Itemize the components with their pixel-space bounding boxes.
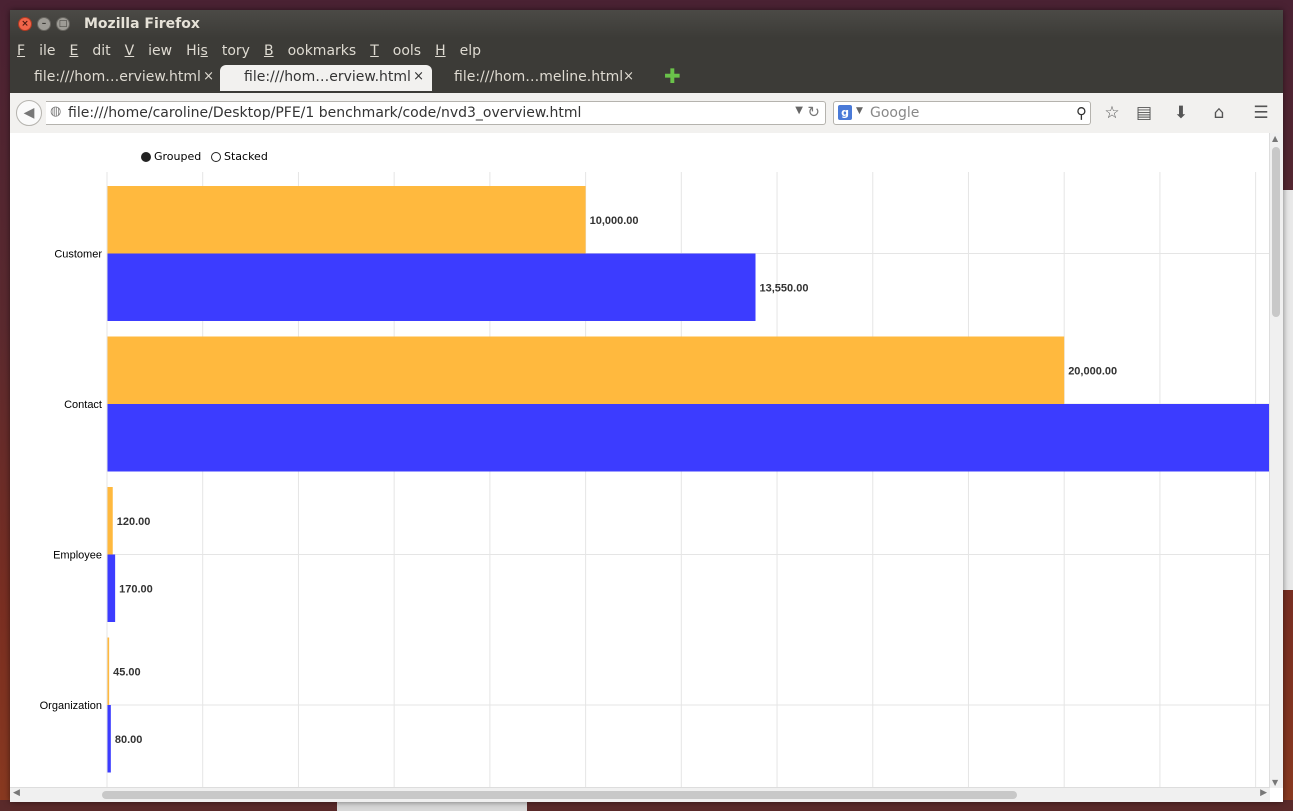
maximize-window-button[interactable]: □ xyxy=(56,17,70,31)
reload-icon[interactable]: ↻ xyxy=(807,103,820,121)
scroll-down-icon[interactable]: ▼ xyxy=(1272,778,1278,787)
tab-close-icon[interactable]: × xyxy=(203,69,214,84)
category-label: Customer xyxy=(54,249,102,261)
horizontal-scroll-thumb[interactable] xyxy=(102,791,1017,799)
category-label: Employee xyxy=(53,550,102,562)
bar-customer-2 xyxy=(107,253,756,321)
bar-contact-2 xyxy=(107,404,1270,472)
bar-customer-1 xyxy=(107,186,586,254)
vertical-scrollbar[interactable]: ▲ ▼ xyxy=(1269,133,1283,788)
bar-value-label: 10,000.00 xyxy=(590,215,639,227)
tab-close-icon[interactable]: × xyxy=(413,69,424,84)
horizontal-scrollbar[interactable]: ◀ ▶ xyxy=(10,787,1270,802)
bar-chart: Customer 10,000.00 13,550.00 Contact 20,000.… xyxy=(40,172,1270,788)
bookmark-star-icon[interactable]: ☆ xyxy=(1101,102,1123,124)
google-engine-icon[interactable]: g xyxy=(838,105,852,120)
tab-close-icon[interactable]: × xyxy=(623,69,634,84)
bar-employee-2 xyxy=(107,554,116,622)
search-input[interactable]: Google xyxy=(870,105,919,121)
new-tab-button[interactable]: ✚ xyxy=(664,66,682,86)
menu-tools[interactable]: Tools xyxy=(370,43,421,59)
scroll-left-icon[interactable]: ◀ xyxy=(13,788,20,798)
bar-value-label: 170.00 xyxy=(119,583,153,595)
tab-2[interactable]: file:///hom…erview.html × xyxy=(220,65,432,91)
tab-bar: ✚ file:///hom…erview.html × file:///hom…er… xyxy=(10,63,1283,93)
tab-3[interactable]: file:///hom…meline.html × xyxy=(430,65,642,91)
tab-label: file:///hom…meline.html xyxy=(454,69,624,85)
bar-contact-1 xyxy=(107,336,1065,404)
menu-edit[interactable]: Edit xyxy=(69,43,110,59)
menu-view[interactable]: View xyxy=(125,43,173,59)
menu-bar: File Edit View His tory Bookmarks Tools Help xyxy=(10,38,1283,63)
search-bar[interactable]: g ▼ Google ⚲ xyxy=(833,101,1091,125)
firefox-window: × – □ Mozilla Firefox File Edit View His tor… xyxy=(10,10,1283,802)
site-identity-icon: ◍ xyxy=(50,104,62,119)
back-arrow-icon: ◀ xyxy=(23,105,35,121)
vertical-scroll-thumb[interactable] xyxy=(1272,147,1280,317)
bar-organization-2 xyxy=(107,705,111,773)
scroll-right-icon[interactable]: ▶ xyxy=(1260,788,1267,798)
bar-value-label: 80.00 xyxy=(115,734,143,746)
page-content: Grouped Stacked Customer 10,000.00 13,550.… xyxy=(10,133,1283,802)
menu-hamburger-icon[interactable]: ☰ xyxy=(1250,102,1272,124)
menu-bookmarks[interactable]: Bookmarks xyxy=(264,43,356,59)
tab-1[interactable]: file:///hom…erview.html × xyxy=(10,65,222,91)
downloads-icon[interactable]: ⬇ xyxy=(1170,102,1192,124)
title-bar: × – □ Mozilla Firefox xyxy=(10,10,1283,38)
menu-help[interactable]: Help xyxy=(435,43,481,59)
scroll-up-icon[interactable]: ▲ xyxy=(1272,134,1278,143)
back-button[interactable]: ◀ xyxy=(16,100,42,126)
menu-file[interactable]: File xyxy=(17,43,55,59)
bar-employee-1 xyxy=(107,487,113,555)
navigation-toolbar: ◀ ◍ file:///home/caroline/Desktop/PFE/1 … xyxy=(10,93,1283,134)
close-window-button[interactable]: × xyxy=(18,17,32,31)
bar-value-label: 45.00 xyxy=(113,666,141,678)
bar-value-label: 13,550.00 xyxy=(760,282,809,294)
menu-history[interactable]: His tory xyxy=(186,43,250,59)
url-bar[interactable]: ◍ file:///home/caroline/Desktop/PFE/1 be… xyxy=(46,101,826,125)
window-title: Mozilla Firefox xyxy=(84,16,200,32)
category-label: Organization xyxy=(40,700,102,712)
category-label: Contact xyxy=(64,399,102,411)
minimize-window-button[interactable]: – xyxy=(37,17,51,31)
url-history-dropdown-icon[interactable]: ▼ xyxy=(795,105,803,116)
tab-label: file:///hom…erview.html xyxy=(34,69,201,85)
bar-value-label: 20,000.00 xyxy=(1068,365,1117,377)
url-text: file:///home/caroline/Desktop/PFE/1 benc… xyxy=(68,105,582,121)
search-engine-dropdown-icon[interactable]: ▼ xyxy=(856,106,863,116)
bookmarks-menu-icon[interactable]: ▤ xyxy=(1133,102,1155,124)
home-icon[interactable]: ⌂ xyxy=(1208,102,1230,124)
bar-value-label: 120.00 xyxy=(117,516,151,528)
search-icon[interactable]: ⚲ xyxy=(1076,104,1087,122)
tab-label: file:///hom…erview.html xyxy=(244,69,411,85)
